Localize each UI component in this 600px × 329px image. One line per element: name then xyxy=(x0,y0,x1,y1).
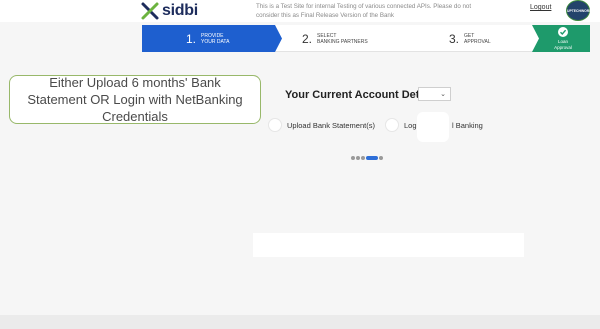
loader-dot xyxy=(356,156,360,160)
progress-stepper: 1. PROVIDE YOUR DATA 2. SELECT BANKING PAR… xyxy=(142,25,590,52)
step-number: 1. xyxy=(186,31,197,46)
test-site-notice: This is a Test Site for internal Testing… xyxy=(256,3,472,19)
chevron-down-icon: ⌄ xyxy=(440,91,446,98)
radio-button[interactable] xyxy=(268,118,282,132)
screen-glare xyxy=(417,112,449,142)
upload-statement-option[interactable]: Upload Bank Statement(s) xyxy=(268,118,375,132)
account-details-title: Your Current Account Details xyxy=(285,89,438,101)
content-card xyxy=(253,233,524,257)
account-select[interactable]: ⌄ xyxy=(418,87,451,101)
avatar[interactable]: UPTECHWORLD xyxy=(566,0,594,21)
option-label-end: l Banking xyxy=(452,121,483,130)
logout-link[interactable]: Logout xyxy=(530,4,551,11)
step-number: 3. xyxy=(449,31,460,46)
option-label: Upload Bank Statement(s) xyxy=(287,120,375,130)
loader-dot xyxy=(361,156,365,160)
step-loan-approval[interactable]: Loan Approval xyxy=(532,25,590,52)
logo-text: sidbi xyxy=(162,2,198,19)
loading-indicator xyxy=(351,156,384,160)
step-label: SELECT BANKING PARTNERS xyxy=(317,32,368,45)
step-label: GET APPROVAL xyxy=(464,32,491,45)
radio-button[interactable] xyxy=(385,118,399,132)
step-select-banking-partners[interactable]: 2. SELECT BANKING PARTNERS xyxy=(282,25,432,52)
step-provide-data[interactable]: 1. PROVIDE YOUR DATA xyxy=(142,25,282,52)
step-number: 2. xyxy=(302,31,313,46)
footer-band xyxy=(0,315,600,329)
loader-dot xyxy=(351,156,355,160)
sidbi-x-icon xyxy=(141,2,159,20)
sidbi-logo[interactable]: sidbi xyxy=(140,1,210,21)
loader-dot xyxy=(379,156,383,160)
netbanking-login-option[interactable]: Logi xyxy=(385,118,418,132)
step-get-approval[interactable]: 3. GET APPROVAL xyxy=(442,25,532,52)
step-label: PROVIDE YOUR DATA xyxy=(201,32,230,45)
top-header: sidbi This is a Test Site for internal T… xyxy=(0,0,600,22)
loader-dot-active xyxy=(366,156,378,160)
check-icon xyxy=(558,26,568,37)
instruction-callout: Either Upload 6 months' Bank Statement O… xyxy=(9,75,261,124)
step-label: Loan Approval xyxy=(554,38,572,50)
